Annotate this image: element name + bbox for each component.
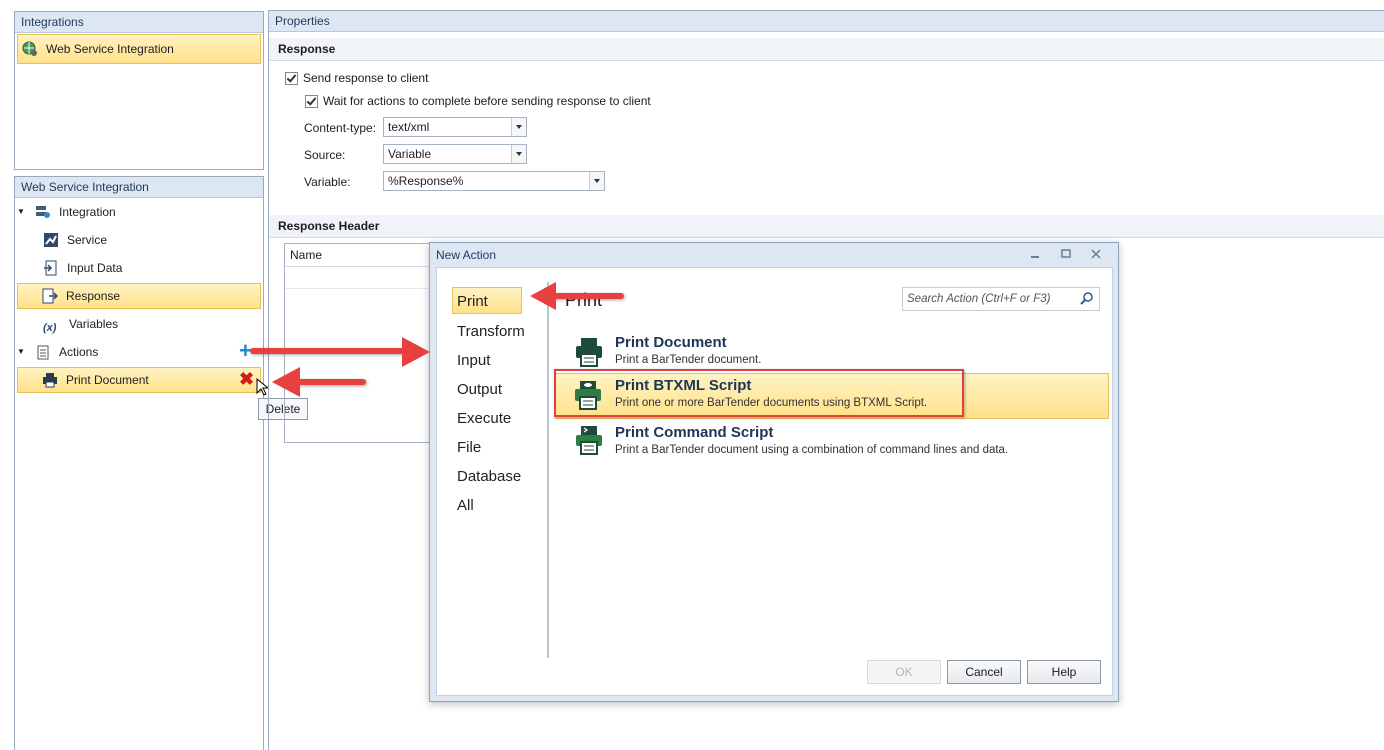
variable-label: Variable: xyxy=(304,175,351,189)
globe-gear-icon xyxy=(22,41,38,57)
arrowhead-right-icon xyxy=(402,337,430,370)
tree-item-response[interactable]: Response xyxy=(17,283,261,309)
content-type-value: text/xml xyxy=(388,120,430,134)
action-title: Print Document xyxy=(615,334,727,351)
grid-col-name[interactable]: Name xyxy=(285,244,435,267)
highlight-box xyxy=(554,369,964,417)
maximize-icon[interactable] xyxy=(1060,246,1072,260)
category-execute[interactable]: Execute xyxy=(453,404,511,433)
category-label: Print xyxy=(457,293,488,310)
ok-button[interactable]: OK xyxy=(867,660,941,684)
content-type-select[interactable]: text/xml xyxy=(383,117,527,137)
action-print-document[interactable]: Print Document Print a BarTender documen… xyxy=(557,330,1107,374)
dropdown-arrow-icon[interactable] xyxy=(511,118,526,136)
variable-value: %Response% xyxy=(388,174,464,188)
tree-item-label: Integration xyxy=(59,205,116,219)
category-input[interactable]: Input xyxy=(453,346,490,375)
minimize-icon[interactable] xyxy=(1029,246,1041,260)
dropdown-arrow-icon[interactable] xyxy=(589,172,604,190)
variable-select[interactable]: %Response% xyxy=(383,171,605,191)
response-section-title: Response xyxy=(269,38,1384,61)
wait-label: Wait for actions to complete before send… xyxy=(323,94,651,108)
search-placeholder: Search Action (Ctrl+F or F3) xyxy=(907,293,1051,305)
tree-panel: Web Service Integration ▼ Integration Se… xyxy=(14,176,264,750)
category-print[interactable]: Print xyxy=(452,287,522,314)
source-select[interactable]: Variable xyxy=(383,144,527,164)
variables-icon: (x) xyxy=(43,322,57,334)
action-title: Print Command Script xyxy=(615,424,774,441)
arrowhead-left-icon xyxy=(530,282,556,313)
action-desc: Print a BarTender document using a combi… xyxy=(615,444,1009,456)
integration-item-label: Web Service Integration xyxy=(46,42,174,56)
tree-item-actions[interactable]: ▼ Actions xyxy=(17,340,98,364)
delete-icon[interactable]: ✖ xyxy=(239,370,254,388)
tree-item-label: Variables xyxy=(69,317,119,331)
integrations-panel: Integrations Web Service Integration xyxy=(14,11,264,170)
properties-header: Properties xyxy=(269,11,1384,32)
grid-empty-row[interactable] xyxy=(285,267,435,289)
response-header-section-title: Response Header xyxy=(269,215,1384,238)
tree-item-label: Input Data xyxy=(67,261,123,275)
tree-item-print-document[interactable]: Print Document xyxy=(17,367,261,393)
tree-header: Web Service Integration xyxy=(15,177,263,198)
integration-icon xyxy=(35,204,51,220)
tree-item-variables[interactable]: (x) Variables xyxy=(43,312,118,336)
category-output[interactable]: Output xyxy=(453,375,502,404)
close-icon[interactable] xyxy=(1090,246,1102,260)
category-file[interactable]: File xyxy=(453,433,481,462)
printer-icon xyxy=(575,336,603,371)
expand-arrow-icon[interactable]: ▼ xyxy=(17,340,29,364)
source-value: Variable xyxy=(388,147,432,161)
tree-item-input-data[interactable]: Input Data xyxy=(43,256,122,280)
integrations-header: Integrations xyxy=(15,12,263,33)
dialog-body: Print Transform Input Output Execute Fil… xyxy=(436,267,1113,696)
integration-item-web-service[interactable]: Web Service Integration xyxy=(17,34,261,64)
tree-item-label: Actions xyxy=(59,345,99,359)
arrowhead-left-icon xyxy=(272,367,300,400)
command-printer-icon xyxy=(575,424,603,459)
printer-icon xyxy=(42,372,58,388)
send-response-label: Send response to client xyxy=(303,71,429,85)
cancel-button[interactable]: Cancel xyxy=(947,660,1021,684)
search-action-input[interactable]: Search Action (Ctrl+F or F3) xyxy=(902,287,1100,311)
tree-item-label: Service xyxy=(67,233,108,247)
response-icon xyxy=(42,288,59,304)
action-desc: Print a BarTender document. xyxy=(615,354,762,366)
service-icon xyxy=(43,232,59,248)
search-icon[interactable] xyxy=(1080,292,1094,309)
wait-for-actions-checkbox[interactable]: Wait for actions to complete before send… xyxy=(305,94,651,109)
input-data-icon xyxy=(43,260,59,276)
dialog-title: New Action xyxy=(436,248,497,262)
tree-item-service[interactable]: Service xyxy=(43,228,107,252)
arrow-to-print-category xyxy=(550,293,624,299)
tree-item-label: Print Document xyxy=(66,373,149,387)
dropdown-arrow-icon[interactable] xyxy=(511,145,526,163)
checkbox-check-icon[interactable] xyxy=(305,95,318,109)
help-button[interactable]: Help xyxy=(1027,660,1101,684)
actions-icon xyxy=(35,344,51,360)
mouse-cursor-icon xyxy=(256,377,270,399)
source-label: Source: xyxy=(304,148,346,162)
category-divider xyxy=(547,282,549,658)
checkbox-check-icon[interactable] xyxy=(285,72,298,86)
category-all[interactable]: All xyxy=(453,491,474,520)
content-type-label: Content-type: xyxy=(304,121,377,135)
arrow-add-to-dialog xyxy=(250,348,410,354)
arrow-to-delete xyxy=(294,379,366,385)
action-print-command-script[interactable]: Print Command Script Print a BarTender d… xyxy=(557,420,1107,464)
send-response-checkbox[interactable]: Send response to client xyxy=(285,71,429,86)
category-transform[interactable]: Transform xyxy=(453,317,525,346)
tree-item-label: Response xyxy=(66,289,121,303)
expand-arrow-icon[interactable]: ▼ xyxy=(17,200,29,224)
category-database[interactable]: Database xyxy=(453,462,521,491)
tree-item-integration[interactable]: ▼ Integration xyxy=(17,200,116,224)
